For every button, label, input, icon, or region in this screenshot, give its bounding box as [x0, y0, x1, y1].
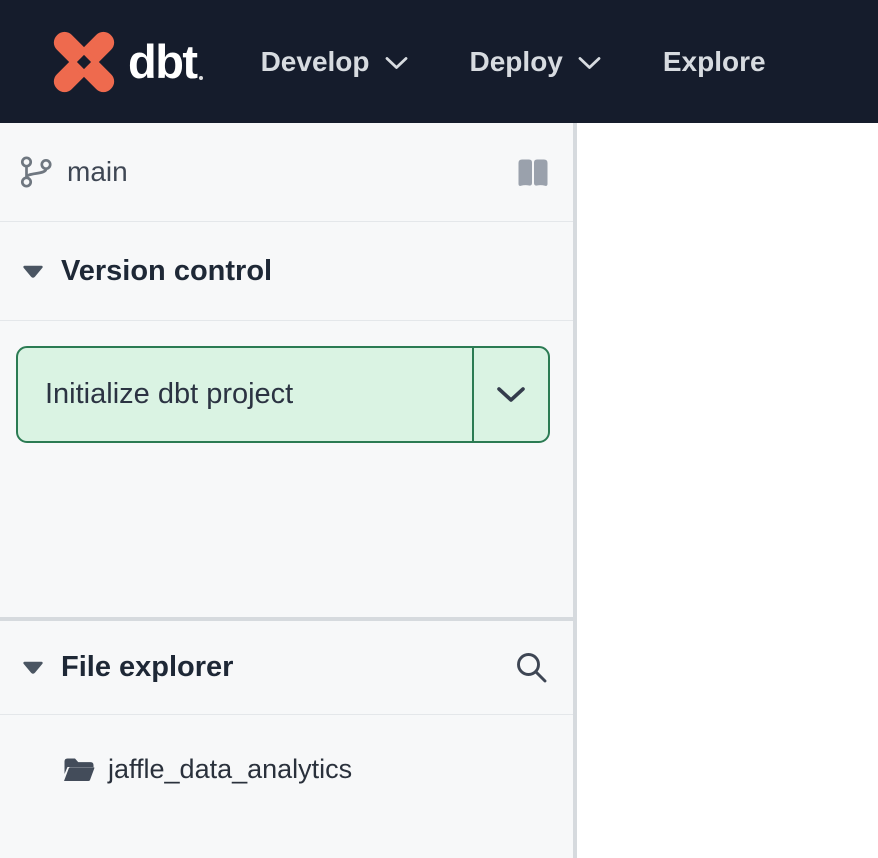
search-icon[interactable]	[513, 649, 550, 686]
tree-item-label: jaffle_data_analytics	[108, 754, 352, 785]
initialize-project-dropdown-button[interactable]	[474, 348, 548, 441]
dbt-logo-icon	[52, 30, 116, 94]
dbt-logo-text: dbt	[128, 38, 197, 85]
nav-item-develop[interactable]: Develop	[261, 46, 408, 78]
nav-item-deploy[interactable]: Deploy	[470, 46, 601, 78]
tree-item-folder[interactable]: jaffle_data_analytics	[0, 745, 573, 793]
file-explorer-title: File explorer	[61, 651, 233, 684]
chevron-down-icon	[385, 56, 408, 70]
collapse-triangle-icon	[22, 661, 44, 674]
nav-item-develop-label: Develop	[261, 46, 370, 78]
file-explorer-header[interactable]: File explorer	[0, 621, 573, 715]
nav-item-deploy-label: Deploy	[470, 46, 563, 78]
folder-open-icon	[62, 756, 95, 783]
nav-item-explore-label: Explore	[663, 46, 766, 78]
initialize-project-button[interactable]: Initialize dbt project	[18, 348, 472, 441]
file-tree: jaffle_data_analytics	[0, 715, 573, 793]
dbt-logo[interactable]: dbt	[52, 30, 203, 94]
branch-selector[interactable]: main	[18, 154, 128, 190]
chevron-down-icon	[578, 56, 601, 70]
git-branch-icon	[18, 154, 54, 190]
branch-name: main	[67, 156, 128, 188]
chevron-down-icon	[496, 386, 526, 403]
left-sidebar: main Version control Initialize dbt proj…	[0, 123, 577, 858]
version-control-header[interactable]: Version control	[0, 222, 573, 321]
nav-item-explore[interactable]: Explore	[663, 46, 766, 78]
docs-book-icon[interactable]	[515, 157, 551, 188]
main-nav: Develop Deploy Explore	[261, 46, 766, 78]
version-control-title: Version control	[61, 255, 272, 288]
collapse-triangle-icon	[22, 265, 44, 278]
initialize-project-split-button: Initialize dbt project	[16, 346, 550, 443]
version-control-panel: Initialize dbt project	[0, 321, 573, 621]
branch-row: main	[0, 123, 573, 222]
trademark-dot	[199, 76, 203, 80]
editor-empty-area	[577, 123, 878, 858]
top-navbar: dbt Develop Deploy Explore	[0, 0, 878, 123]
